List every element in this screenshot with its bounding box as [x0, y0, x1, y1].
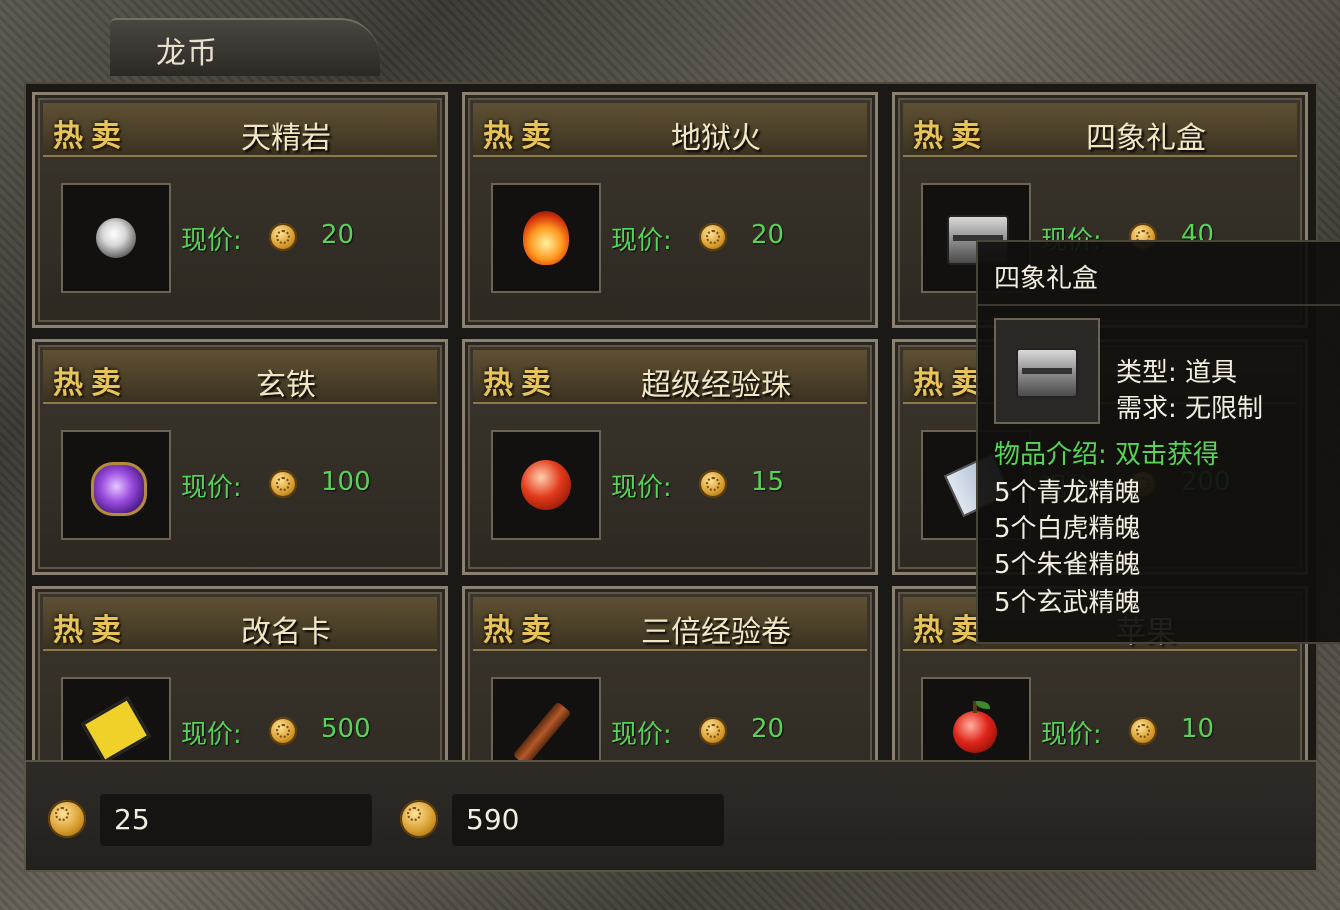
card-header: 热卖 地狱火: [473, 103, 867, 157]
item-price: 20: [751, 220, 785, 250]
card-header: 热卖 三倍经验卷: [473, 597, 867, 651]
tooltip-title: 四象礼盒: [994, 264, 1099, 294]
tooltip-line: 5个白虎精魄: [994, 514, 1141, 544]
fire-icon: [523, 211, 569, 265]
rename-card-icon: [81, 696, 151, 760]
item-slot[interactable]: [61, 430, 171, 540]
chest-icon: [1016, 348, 1078, 398]
coin-icon: [48, 800, 86, 838]
price-label: 现价:: [611, 473, 672, 503]
item-slot[interactable]: [61, 677, 171, 760]
item-price: 100: [321, 467, 371, 497]
purple-ore-icon: [91, 462, 147, 516]
hot-sale-label: 热卖: [53, 366, 129, 401]
item-price: 15: [751, 467, 785, 497]
item-name: 天精岩: [241, 121, 331, 156]
item-price: 20: [321, 220, 355, 250]
item-slot[interactable]: [491, 183, 601, 293]
item-name: 玄铁: [256, 368, 316, 403]
hot-sale-label: 热卖: [53, 613, 129, 648]
shop-item-card[interactable]: 热卖 地狱火 现价: 20: [462, 92, 878, 328]
hot-sale-label: 热卖: [483, 119, 559, 154]
price-label: 现价:: [611, 226, 672, 256]
tooltip-intro: 物品介绍: 双击获得: [994, 440, 1220, 470]
red-orb-icon: [521, 460, 571, 510]
card-header: 热卖 玄铁: [43, 350, 437, 404]
hot-sale-label: 热卖: [913, 119, 989, 154]
item-name: 三倍经验卷: [641, 615, 791, 650]
item-name: 超级经验珠: [641, 368, 791, 403]
hot-sale-label: 热卖: [53, 119, 129, 154]
currency-bar: 25 590: [24, 760, 1318, 872]
price-label: 现价:: [181, 720, 242, 750]
shop-item-card[interactable]: 热卖 玄铁 现价: 100: [32, 339, 448, 575]
tooltip-line: 5个朱雀精魄: [994, 550, 1141, 580]
coin-icon: [699, 223, 727, 251]
price-label: 现价:: [181, 473, 242, 503]
shop-item-card[interactable]: 热卖 超级经验珠 现价: 15: [462, 339, 878, 575]
item-name: 改名卡: [241, 615, 331, 650]
coin-icon: [269, 717, 297, 745]
pearl-icon: [96, 218, 136, 258]
item-slot[interactable]: [61, 183, 171, 293]
item-name: 地狱火: [671, 121, 761, 156]
price-label: 现价:: [181, 226, 242, 256]
coin-icon: [1129, 717, 1157, 745]
item-slot[interactable]: [491, 430, 601, 540]
title-tab: [110, 18, 380, 76]
price-label: 现价:: [1041, 720, 1102, 750]
window-title: 龙币: [156, 36, 218, 71]
tooltip-divider: [978, 304, 1340, 306]
item-price: 500: [321, 714, 371, 744]
coin-icon: [269, 223, 297, 251]
item-price: 10: [1181, 714, 1215, 744]
item-slot[interactable]: [921, 677, 1031, 760]
item-price: 20: [751, 714, 785, 744]
tooltip-line: 5个青龙精魄: [994, 478, 1141, 508]
gold-coin-balance: 590: [452, 794, 724, 846]
item-tooltip: 四象礼盒 类型: 道具 需求: 无限制 物品介绍: 双击获得 5个青龙精魄 5个…: [976, 240, 1340, 644]
rod-icon: [512, 701, 572, 760]
coin-icon: [699, 470, 727, 498]
tooltip-line: 5个玄武精魄: [994, 588, 1141, 618]
tooltip-type: 类型: 道具: [1116, 358, 1238, 388]
tooltip-item-slot: [994, 318, 1100, 424]
hot-sale-label: 热卖: [483, 613, 559, 648]
hot-sale-label: 热卖: [483, 366, 559, 401]
coin-icon: [269, 470, 297, 498]
coin-icon: [400, 800, 438, 838]
item-slot[interactable]: [491, 677, 601, 760]
coin-icon: [699, 717, 727, 745]
shop-item-card[interactable]: 热卖 天精岩 现价: 20: [32, 92, 448, 328]
shop-item-card[interactable]: 热卖 改名卡 现价: 500: [32, 586, 448, 760]
item-name: 四象礼盒: [1086, 121, 1206, 156]
tooltip-requirement: 需求: 无限制: [1116, 394, 1264, 424]
price-label: 现价:: [611, 720, 672, 750]
shop-item-card[interactable]: 热卖 三倍经验卷 现价: 20: [462, 586, 878, 760]
card-header: 热卖 天精岩: [43, 103, 437, 157]
card-header: 热卖 四象礼盒: [903, 103, 1297, 157]
dragon-coin-balance: 25: [100, 794, 372, 846]
card-header: 热卖 超级经验珠: [473, 350, 867, 404]
apple-icon: [953, 701, 997, 753]
card-header: 热卖 改名卡: [43, 597, 437, 651]
